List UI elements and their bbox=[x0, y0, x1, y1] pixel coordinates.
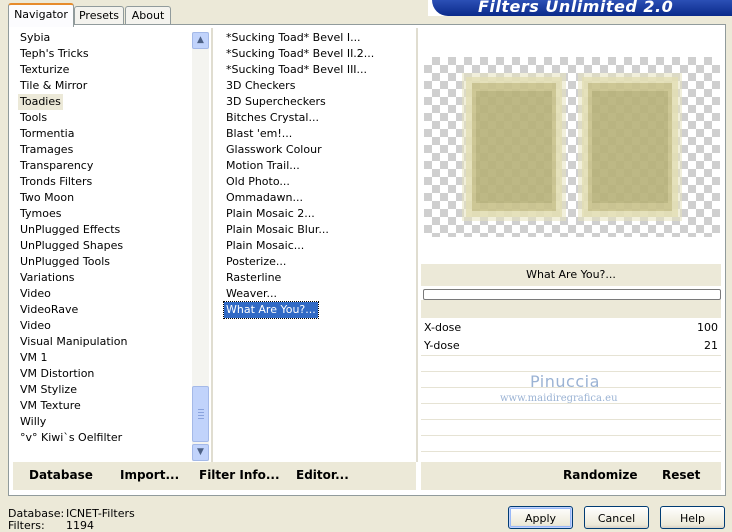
category-item[interactable]: °v° Kiwi`s Oelfilter bbox=[18, 430, 124, 446]
tab-about[interactable]: About bbox=[125, 6, 171, 25]
category-item[interactable]: Two Moon bbox=[18, 190, 76, 206]
category-item[interactable]: VM Texture bbox=[18, 398, 83, 414]
param-row-empty bbox=[421, 356, 721, 372]
category-item[interactable]: Teph's Tricks bbox=[18, 46, 91, 62]
filter-item[interactable]: Posterize... bbox=[224, 254, 288, 270]
filter-item[interactable]: *Sucking Toad* Bevel II.2... bbox=[224, 46, 376, 62]
filter-item[interactable]: *Sucking Toad* Bevel III... bbox=[224, 62, 369, 78]
status-filters-value: 1194 bbox=[66, 519, 94, 532]
category-item[interactable]: Tramages bbox=[18, 142, 75, 158]
tab-navigator[interactable]: Navigator bbox=[8, 3, 74, 27]
category-item[interactable]: VideoRave bbox=[18, 302, 80, 318]
filter-info-button[interactable]: Filter Info... bbox=[199, 468, 280, 482]
category-item[interactable]: Video bbox=[18, 286, 53, 302]
category-scrollbar[interactable]: ▲ ▼ bbox=[192, 32, 209, 461]
filter-item[interactable]: Blast 'em!... bbox=[224, 126, 294, 142]
help-button[interactable]: Help bbox=[660, 506, 725, 529]
category-item[interactable]: VM Stylize bbox=[18, 382, 79, 398]
database-button[interactable]: Database bbox=[29, 468, 93, 482]
filter-item[interactable]: Rasterline bbox=[224, 270, 283, 286]
editor-button[interactable]: Editor... bbox=[296, 468, 349, 482]
category-item[interactable]: Tools bbox=[18, 110, 49, 126]
param-value: 100 bbox=[697, 321, 718, 334]
filter-item[interactable]: *Sucking Toad* Bevel I... bbox=[224, 30, 363, 46]
category-item[interactable]: Video bbox=[18, 318, 53, 334]
param-row-xdose[interactable]: X-dose 100 bbox=[421, 319, 721, 338]
status-filters: Filters: 1194 bbox=[8, 519, 94, 532]
reset-button[interactable]: Reset bbox=[662, 468, 700, 482]
category-item[interactable]: Transparency bbox=[18, 158, 95, 174]
param-name: Y-dose bbox=[424, 339, 460, 352]
param-row-ydose[interactable]: Y-dose 21 bbox=[421, 337, 721, 356]
scroll-down-icon[interactable]: ▼ bbox=[192, 444, 209, 461]
filter-item[interactable]: Ommadawn... bbox=[224, 190, 305, 206]
randomize-button[interactable]: Randomize bbox=[563, 468, 637, 482]
filter-item[interactable]: Motion Trail... bbox=[224, 158, 302, 174]
category-item[interactable]: Tronds Filters bbox=[18, 174, 94, 190]
category-item[interactable]: UnPlugged Effects bbox=[18, 222, 122, 238]
category-item[interactable]: UnPlugged Shapes bbox=[18, 238, 125, 254]
category-item[interactable]: Tormentia bbox=[18, 126, 76, 142]
divider bbox=[416, 28, 418, 462]
filter-title: What Are You?... bbox=[421, 264, 721, 286]
param-name: X-dose bbox=[424, 321, 462, 334]
category-item[interactable]: Toadies bbox=[18, 94, 63, 110]
param-row-empty bbox=[421, 420, 721, 436]
category-item[interactable]: Tymoes bbox=[18, 206, 63, 222]
cancel-button[interactable]: Cancel bbox=[584, 506, 649, 529]
filter-item[interactable]: Plain Mosaic 2... bbox=[224, 206, 317, 222]
preview-tile bbox=[466, 77, 562, 217]
watermark-name: Pinuccia bbox=[530, 372, 600, 391]
filter-item[interactable]: Plain Mosaic Blur... bbox=[224, 222, 331, 238]
category-item[interactable]: Sybia bbox=[18, 30, 52, 46]
category-list[interactable]: Sybia Teph's Tricks Texturize Tile & Mirror… bbox=[18, 30, 190, 460]
filter-item[interactable]: Glasswork Colour bbox=[224, 142, 324, 158]
category-item[interactable]: Texturize bbox=[18, 62, 71, 78]
scroll-thumb[interactable] bbox=[192, 386, 209, 442]
category-item[interactable]: VM 1 bbox=[18, 350, 50, 366]
divider bbox=[211, 28, 213, 462]
watermark-url: www.maidiregrafica.eu bbox=[500, 393, 618, 404]
category-item[interactable]: VM Distortion bbox=[18, 366, 96, 382]
preview-tile bbox=[582, 77, 678, 217]
title-banner: Filters Unlimited 2.0 bbox=[428, 0, 732, 16]
status-filters-label: Filters: bbox=[8, 519, 45, 532]
category-item[interactable]: Visual Manipulation bbox=[18, 334, 129, 350]
tab-presets[interactable]: Presets bbox=[74, 6, 124, 25]
filter-item[interactable]: Bitches Crystal... bbox=[224, 110, 321, 126]
filter-item[interactable]: What Are You?... bbox=[223, 301, 319, 319]
filter-item[interactable]: 3D Supercheckers bbox=[224, 94, 328, 110]
filter-list[interactable]: *Sucking Toad* Bevel I... *Sucking Toad* … bbox=[223, 30, 414, 460]
param-row-empty bbox=[421, 404, 721, 420]
progress-bar bbox=[423, 289, 721, 300]
category-item[interactable]: Tile & Mirror bbox=[18, 78, 89, 94]
banner-title: Filters Unlimited 2.0 bbox=[432, 0, 732, 16]
param-header bbox=[421, 300, 721, 318]
category-item[interactable]: Willy bbox=[18, 414, 48, 430]
param-row-empty bbox=[421, 436, 721, 452]
param-value: 21 bbox=[704, 339, 718, 352]
filter-item[interactable]: Old Photo... bbox=[224, 174, 292, 190]
category-item[interactable]: UnPlugged Tools bbox=[18, 254, 112, 270]
filter-item[interactable]: Plain Mosaic... bbox=[224, 238, 306, 254]
apply-button[interactable]: Apply bbox=[508, 506, 573, 529]
preview-image bbox=[424, 57, 720, 237]
filter-item[interactable]: Weaver... bbox=[224, 286, 279, 302]
category-item[interactable]: Variations bbox=[18, 270, 77, 286]
scroll-up-icon[interactable]: ▲ bbox=[192, 32, 209, 49]
filter-item[interactable]: 3D Checkers bbox=[224, 78, 297, 94]
import-button[interactable]: Import... bbox=[120, 468, 179, 482]
